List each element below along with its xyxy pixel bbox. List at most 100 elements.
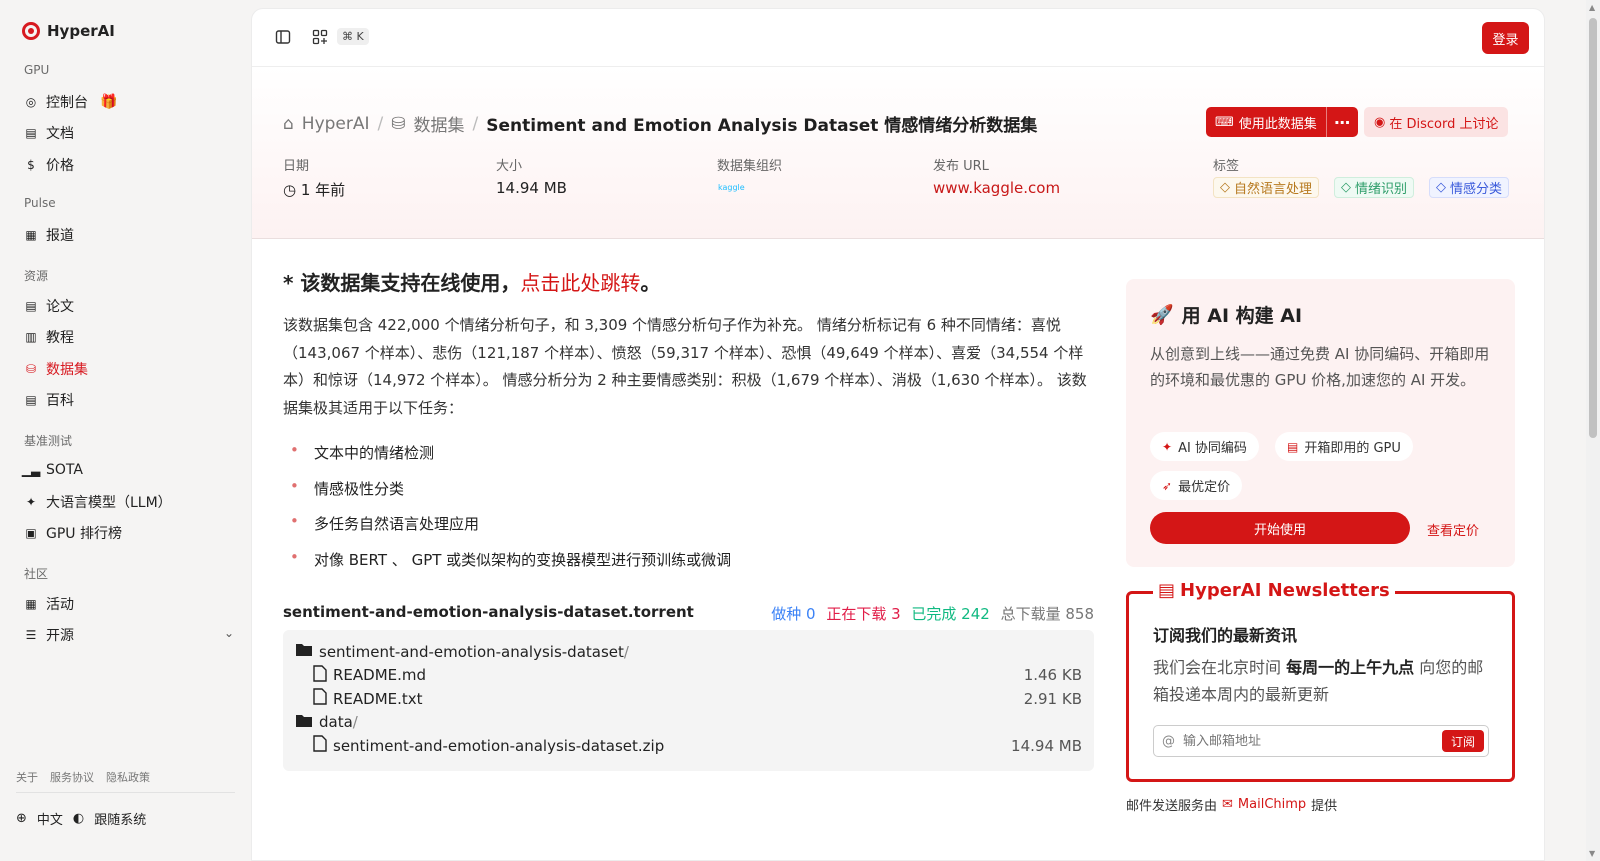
discord-button[interactable]: ◉ 在 Discord 上讨论	[1364, 107, 1509, 137]
sidebar-item-docs[interactable]: ▤ 文档	[24, 122, 234, 144]
section-title-gpu: GPU	[24, 63, 50, 77]
news-icon: ▦	[25, 228, 37, 242]
apps-icon[interactable]	[311, 28, 329, 46]
newsletter-text-bold: 每周一的上午九点	[1286, 658, 1415, 677]
tag-sentiment-classification[interactable]: ◇ 情感分类	[1429, 177, 1510, 198]
file-icon	[313, 735, 327, 756]
newsletter-title: ▤ HyperAI Newsletters	[1153, 580, 1395, 601]
sidebar-item-label: SOTA	[46, 462, 83, 478]
scrollbar[interactable]: ▲ ▼	[1586, 0, 1600, 861]
section-title-community: 社区	[24, 567, 49, 581]
jump-link[interactable]: 点击此处跳转	[520, 271, 640, 295]
breadcrumb-separator: /	[472, 113, 479, 134]
tag-icon: ◇	[1341, 180, 1351, 195]
sidebar-item-papers[interactable]: ▤ 论文	[24, 295, 234, 317]
mailchimp-link[interactable]: MailChimp	[1238, 797, 1306, 812]
kaggle-logo[interactable]: kaggle	[718, 183, 745, 192]
sidebar-item-llm[interactable]: ✦ 大语言模型（LLM）	[24, 491, 234, 513]
sidebar-item-label: 数据集	[46, 362, 88, 378]
section-title-pulse: Pulse	[24, 196, 56, 210]
globe-icon: ⊕	[16, 811, 27, 826]
email-field[interactable]	[1183, 733, 1423, 749]
ai-promo-card: 🚀 用 AI 构建 AI 从创意到上线——通过免费 AI 协同编码、开箱即用的环…	[1126, 279, 1515, 567]
chip-gpu: ▤ 开箱即用的 GPU	[1275, 432, 1413, 461]
file-icon	[313, 688, 327, 709]
list-item: 多任务自然语言处理应用	[283, 512, 1094, 549]
login-button[interactable]: 登录	[1482, 22, 1529, 54]
footer-links: 关于 服务协议 隐私政策	[16, 769, 150, 785]
sidebar-item-label: 百科	[46, 393, 74, 409]
folder-row[interactable]: data/	[295, 711, 1082, 735]
server-icon: ▤	[1287, 439, 1299, 454]
file-size: 2.91 KB	[1023, 689, 1082, 708]
breadcrumb-home[interactable]: HyperAI	[302, 114, 370, 134]
tag-label: 情绪识别	[1355, 182, 1408, 197]
chip-ai-coding: ✦ AI 协同编码	[1150, 432, 1259, 461]
start-button[interactable]: 开始使用	[1150, 512, 1410, 544]
theme-icon: ◐	[72, 811, 85, 826]
email-field-wrapper: @ 订阅	[1153, 725, 1489, 757]
file-name: sentiment-and-emotion-analysis-dataset.z…	[333, 736, 665, 755]
sidebar-item-gpu-leaderboard[interactable]: ▣ GPU 排行榜	[24, 522, 234, 544]
tag-nlp[interactable]: ◇ 自然语言处理	[1213, 177, 1320, 198]
sidebar-toggle-icon[interactable]	[274, 28, 292, 46]
tag-emotion-recognition[interactable]: ◇ 情绪识别	[1334, 177, 1415, 198]
dataset-header: ⌂ HyperAI / ⛁ 数据集 / Sentiment and Emotio…	[252, 67, 1544, 239]
home-icon: ⌂	[283, 113, 294, 134]
tag-label: 自然语言处理	[1234, 182, 1313, 197]
footer-link-terms[interactable]: 服务协议	[50, 769, 94, 785]
sidebar-item-pricing[interactable]: $ 价格	[24, 154, 234, 176]
file-name: README.md	[333, 666, 427, 685]
torrent-name[interactable]: sentiment-and-emotion-analysis-dataset.t…	[283, 603, 694, 624]
search-shortcut[interactable]: ⌘ K	[337, 28, 369, 45]
sidebar-item-opensource[interactable]: ☰ 开源 ⌄	[24, 624, 234, 646]
file-size: 14.94 MB	[1011, 736, 1082, 755]
section-title-benchmarks: 基准测试	[24, 434, 73, 448]
sidebar-item-news[interactable]: ▦ 报道	[24, 224, 234, 246]
file-row[interactable]: sentiment-and-emotion-analysis-dataset.z…	[295, 734, 1082, 758]
file-row[interactable]: README.md 1.46 KB	[295, 664, 1082, 688]
size-label: 大小	[496, 159, 523, 174]
scroll-up-icon[interactable]: ▲	[1589, 3, 1595, 12]
use-dataset-button[interactable]: ⌨ 使用此数据集	[1206, 107, 1326, 137]
total-downloads: 总下载量 858	[1000, 605, 1094, 623]
chevron-down-icon: ⌄	[223, 626, 234, 640]
date-value: ◷ 1 年前	[283, 179, 345, 200]
footer-link-about[interactable]: 关于	[16, 769, 38, 785]
theme-switch[interactable]: 跟随系统	[94, 809, 146, 828]
sidebar-item-events[interactable]: ▦ 活动	[24, 593, 234, 615]
discord-label: 在 Discord 上讨论	[1389, 116, 1499, 132]
folder-row[interactable]: sentiment-and-emotion-analysis-dataset/	[295, 640, 1082, 664]
logo[interactable]: HyperAI	[22, 22, 115, 40]
sidebar-item-console[interactable]: ◎ 控制台 🎁	[24, 91, 234, 113]
sidebar-item-datasets[interactable]: ⛁ 数据集	[24, 358, 234, 380]
use-dataset-button-group: ⌨ 使用此数据集 ⋯	[1206, 107, 1358, 137]
topbar: ⌘ K 登录	[252, 9, 1544, 67]
sidebar-item-wiki[interactable]: ▤ 百科	[24, 389, 234, 411]
subscribe-button[interactable]: 订阅	[1442, 730, 1484, 752]
file-row[interactable]: README.txt 2.91 KB	[295, 687, 1082, 711]
sidebar-item-sota[interactable]: ▁▃ SOTA	[22, 459, 234, 481]
task-list: 文本中的情绪检测 情感极性分类 多任务自然语言处理应用 对像 BERT 、 GP…	[283, 441, 1094, 585]
dataset-content: * 该数据集支持在线使用，点击此处跳转。 该数据集包含 422,000 个情绪分…	[283, 267, 1094, 771]
file-tree: sentiment-and-emotion-analysis-dataset/ …	[283, 630, 1094, 771]
breadcrumb-section[interactable]: 数据集	[414, 111, 465, 136]
file-name: README.txt	[333, 689, 423, 708]
date-label: 日期	[283, 159, 310, 174]
sidebar-item-label: 活动	[46, 597, 74, 613]
language-switch[interactable]: 中文	[37, 809, 63, 828]
scrollbar-thumb[interactable]	[1589, 18, 1597, 438]
source-url-link[interactable]: www.kaggle.com	[933, 179, 1060, 197]
view-pricing-link[interactable]: 查看定价	[1427, 520, 1479, 539]
date-text: 1 年前	[300, 181, 346, 199]
notice-suffix: 。	[640, 271, 661, 295]
scroll-down-icon[interactable]: ▼	[1589, 849, 1595, 858]
ai-card-title: 🚀 用 AI 构建 AI	[1150, 301, 1491, 328]
tag-icon: ◇	[1220, 180, 1230, 195]
footer-link-privacy[interactable]: 隐私政策	[106, 769, 150, 785]
list-item: 对像 BERT 、 GPT 或类似架构的变换器模型进行预训练或微调	[283, 548, 1094, 585]
chip-label: 最优定价	[1178, 480, 1231, 495]
more-options-button[interactable]: ⋯	[1325, 107, 1358, 137]
sidebar-item-tutorials[interactable]: ▥ 教程	[24, 326, 234, 348]
chip-pricing: ➶ 最优定价	[1150, 471, 1243, 500]
